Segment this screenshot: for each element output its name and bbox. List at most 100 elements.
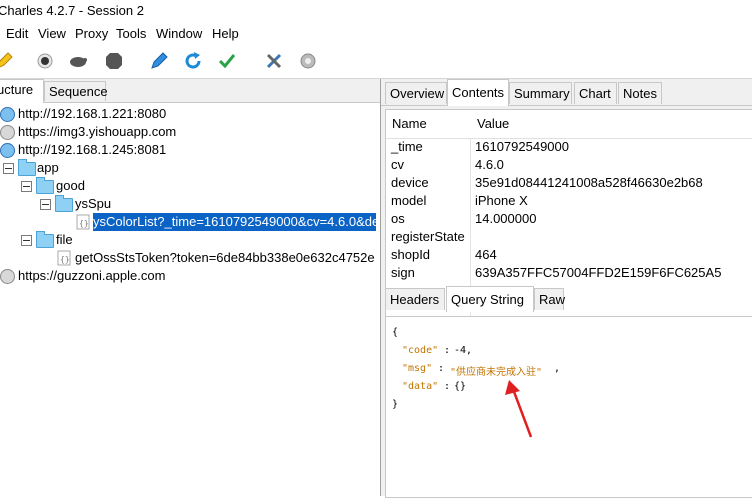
json-key-data: "data" <box>402 381 439 392</box>
tab-summary[interactable]: Summary <box>509 82 572 104</box>
tab-overview[interactable]: Overview <box>385 82 447 104</box>
tree-request-oss[interactable]: {} getOssStsToken?token=6de84bb338e0e632… <box>0 249 380 267</box>
folder-icon <box>36 177 54 194</box>
tree-host-apple[interactable]: https://guzzoni.apple.com <box>0 267 380 285</box>
toolbar <box>0 44 752 79</box>
tab-raw[interactable]: Raw <box>534 288 565 310</box>
row-value: 1610792549000 <box>475 139 569 154</box>
collapse-icon[interactable] <box>3 163 14 174</box>
left-tab-strip: ucture Sequence <box>0 79 380 103</box>
tree-host-img3[interactable]: https://img3.yishouapp.com <box>0 123 380 141</box>
json-colon: : <box>438 363 451 374</box>
menu-proxy[interactable]: Proxy <box>75 26 108 41</box>
row-value: 464 <box>475 247 497 262</box>
window-title: Charles 4.2.7 - Session 2 <box>0 3 144 18</box>
globe-icon <box>0 143 15 158</box>
detail-panel: Overview Contents Summary Chart Notes Na… <box>381 79 752 498</box>
json-close-brace: } <box>392 399 399 410</box>
svg-text:{}: {} <box>79 219 89 228</box>
title-bar: Charles 4.2.7 - Session 2 <box>0 0 752 22</box>
row-value: iPhone X <box>475 193 528 208</box>
lock-globe-icon <box>0 269 15 284</box>
row-name: os <box>391 211 405 226</box>
host-label: https://img3.yishouapp.com <box>18 124 177 139</box>
folder-icon <box>36 231 54 248</box>
host-label: http://192.168.1.221:8080 <box>18 106 167 121</box>
json-file-icon: {} <box>57 250 71 266</box>
tab-query-string[interactable]: Query String <box>446 286 534 312</box>
menu-bar: Edit View Proxy Tools Window Help <box>0 22 752 44</box>
check-icon[interactable] <box>217 51 237 71</box>
row-value: 639A357FFC57004FFD2E159F6FC625A5 <box>475 265 722 280</box>
folder-label: ysSpu <box>75 196 112 211</box>
tree-host-221[interactable]: http://192.168.1.221:8080 <box>0 105 380 123</box>
row-value: 4.6.0 <box>475 157 504 172</box>
tab-notes[interactable]: Notes <box>618 82 662 104</box>
detail-tab-strip: Overview Contents Summary Chart Notes <box>381 79 752 106</box>
request-label-selected: ysColorList?_time=1610792549000&cv=4.6.0… <box>93 213 376 231</box>
folder-icon <box>18 159 36 176</box>
host-label: https://guzzoni.apple.com <box>18 268 166 283</box>
tree-host-245[interactable]: http://192.168.1.245:8081 <box>0 141 380 159</box>
folder-label: file <box>56 232 73 247</box>
pen-icon[interactable] <box>0 51 14 71</box>
menu-view[interactable]: View <box>38 26 66 41</box>
body-tab-strip: Headers Query String Raw <box>385 286 752 312</box>
settings-icon[interactable] <box>298 51 318 71</box>
header-value[interactable]: Value <box>477 110 509 138</box>
row-name: sign <box>391 265 415 280</box>
tab-chart[interactable]: Chart <box>574 82 617 104</box>
menu-tools[interactable]: Tools <box>116 26 146 41</box>
json-file-icon: {} <box>76 214 90 230</box>
folder-label: app <box>37 160 59 175</box>
tab-headers[interactable]: Headers <box>385 288 445 310</box>
tools-icon[interactable] <box>264 51 284 71</box>
response-body[interactable]: { "code" : -4 , "msg" : "供应商未完成入驻" , "da… <box>385 316 752 498</box>
tree-folder-ysspu[interactable]: ysSpu <box>0 195 380 213</box>
globe-icon <box>0 107 15 122</box>
refresh-icon[interactable] <box>183 51 203 71</box>
collapse-icon[interactable] <box>21 235 32 246</box>
table-header: Name Value <box>386 110 752 139</box>
compose-icon[interactable] <box>149 51 169 71</box>
host-label: http://192.168.1.245:8081 <box>18 142 167 157</box>
tree-folder-file[interactable]: file <box>0 231 380 249</box>
tab-sequence[interactable]: Sequence <box>44 81 108 101</box>
json-open-brace: { <box>392 327 399 338</box>
row-name: shopId <box>391 247 431 262</box>
tab-contents[interactable]: Contents <box>447 79 509 106</box>
structure-panel: ucture Sequence http://192.168.1.221:808… <box>0 79 381 496</box>
menu-help[interactable]: Help <box>212 26 239 41</box>
folder-icon <box>55 195 73 212</box>
json-val-msg: "供应商未完成入驻" <box>450 367 543 378</box>
json-val-code: -4 <box>454 345 467 356</box>
request-label: getOssStsToken?token=6de84bb338e0e632c47… <box>75 250 375 265</box>
tree-request-yscolorlist[interactable]: {} ysColorList?_time=1610792549000&cv=4.… <box>0 213 380 231</box>
folder-label: good <box>56 178 85 193</box>
json-comma: , <box>466 345 473 356</box>
json-key-msg: "msg" <box>402 363 433 374</box>
row-name: cv <box>391 157 404 172</box>
tree-folder-good[interactable]: good <box>0 177 380 195</box>
json-val-data: {} <box>454 381 467 392</box>
collapse-icon[interactable] <box>21 181 32 192</box>
red-arrow-annotation <box>505 380 533 438</box>
row-name: device <box>391 175 429 190</box>
tree-folder-app[interactable]: app <box>0 159 380 177</box>
turtle-icon[interactable] <box>68 51 88 71</box>
row-value: 35e91d08441241008a528f46630e2b68 <box>475 175 703 190</box>
lock-globe-icon <box>0 125 15 140</box>
menu-window[interactable]: Window <box>156 26 202 41</box>
tab-structure[interactable]: ucture <box>0 79 44 103</box>
menu-edit[interactable]: Edit <box>6 26 28 41</box>
collapse-icon[interactable] <box>40 199 51 210</box>
record-icon[interactable] <box>35 51 55 71</box>
stop-icon[interactable] <box>104 51 124 71</box>
header-name[interactable]: Name <box>392 110 427 138</box>
svg-text:{}: {} <box>60 255 70 264</box>
json-key-code: "code" <box>402 345 439 356</box>
row-name: registerState <box>391 229 465 244</box>
row-name: model <box>391 193 427 208</box>
json-comma: , <box>554 363 561 374</box>
row-value: 14.000000 <box>475 211 537 226</box>
